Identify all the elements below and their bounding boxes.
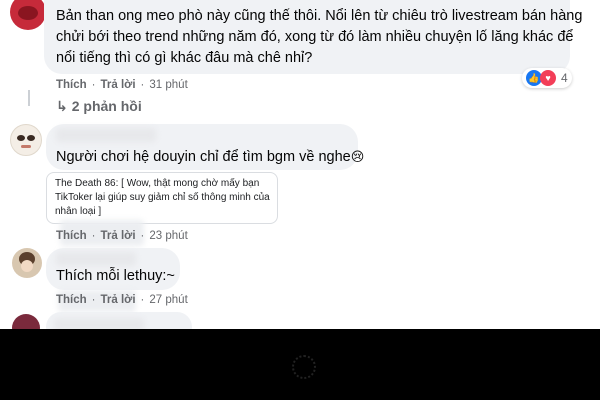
comment-bubble: Thích mỗi lethuy:~ xyxy=(46,248,180,290)
love-reaction-icon: ♥ xyxy=(540,70,556,86)
avatar[interactable] xyxy=(10,0,46,30)
comment-bubble: Bản than ong meo phò này cũng thế thôi. … xyxy=(44,0,583,74)
comment-text-line: chửi bới theo trend những năm đó, xong t… xyxy=(56,29,574,45)
comment-time: 27 phút xyxy=(149,294,188,306)
comment-text-line: Bản than ong meo phò này cũng thế thôi. … xyxy=(56,8,583,24)
like-link[interactable]: Thích xyxy=(56,230,87,242)
like-link[interactable]: Thích xyxy=(56,294,87,306)
blurred-commenter-name xyxy=(56,252,136,266)
embedded-comment-line: The Death 86: [ Wow, thật mong chờ mấy b… xyxy=(55,178,260,189)
replies-toggle[interactable]: ↳ 2 phản hồi xyxy=(56,98,142,115)
embedded-comment-card: The Death 86: [ Wow, thật mong chờ mấy b… xyxy=(46,172,278,224)
comment-time: 23 phút xyxy=(149,230,188,242)
comment-text: Thích mỗi lethuy:~ xyxy=(56,268,175,284)
comment-time: 31 phút xyxy=(149,79,188,91)
replies-toggle-label: 2 phản hồi xyxy=(71,98,142,114)
blurred-commenter-name xyxy=(56,128,156,142)
video-overlay-bar xyxy=(0,329,600,400)
crying-emoji-icon: 😢 xyxy=(350,149,365,164)
embedded-comment-line: nhân loại ] xyxy=(55,206,102,217)
comment-bubble: Người chơi hệ douyin chỉ để tìm bgm về n… xyxy=(46,124,364,170)
comment-actions: Thích · Trả lời · 23 phút xyxy=(56,230,188,242)
embedded-comment-line: TikToker lại giúp suy giảm chỉ số thông … xyxy=(55,192,270,203)
thread-line xyxy=(28,90,30,106)
reply-link[interactable]: Trả lời xyxy=(101,230,136,242)
comment-actions: Thích · Trả lời · 31 phút xyxy=(56,79,188,91)
comment-text-line: nổi tiếng thì có gì khác đâu mà chê nhỉ? xyxy=(56,50,313,66)
reply-link[interactable]: Trả lời xyxy=(101,79,136,91)
like-link[interactable]: Thích xyxy=(56,79,87,91)
comment-text: Người chơi hệ douyin chỉ để tìm bgm về n… xyxy=(56,149,351,165)
comment-actions: Thích · Trả lời · 27 phút xyxy=(56,294,188,306)
reply-arrow-icon: ↳ xyxy=(56,98,68,114)
reaction-summary[interactable]: 👍 ♥ 4 xyxy=(522,68,572,88)
reaction-count: 4 xyxy=(561,71,568,85)
avatar[interactable] xyxy=(10,124,42,156)
loading-spinner-icon xyxy=(292,355,316,379)
reply-link[interactable]: Trả lời xyxy=(101,294,136,306)
avatar[interactable] xyxy=(12,248,42,278)
